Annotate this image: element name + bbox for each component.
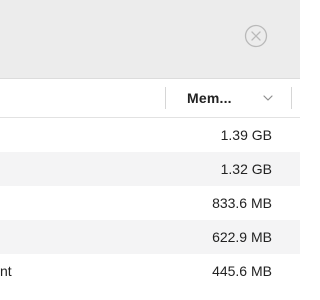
column-header-label: Mem... — [187, 90, 232, 106]
xmark-circle-icon — [244, 24, 268, 48]
process-name: nt — [0, 263, 12, 279]
column-divider[interactable] — [291, 87, 292, 109]
column-header-memory[interactable]: Mem... — [166, 79, 290, 117]
table-header: Mem... — [0, 79, 300, 118]
table-row[interactable]: 622.9 MB — [0, 220, 300, 254]
memory-value: 622.9 MB — [212, 229, 272, 245]
stop-process-button[interactable] — [244, 24, 268, 48]
table-row[interactable]: 1.39 GB — [0, 118, 300, 152]
memory-value: 1.32 GB — [220, 161, 272, 177]
table-row[interactable]: 833.6 MB — [0, 186, 300, 220]
process-table: 1.39 GB 1.32 GB 833.6 MB 622.9 MB nt 445… — [0, 118, 300, 288]
activity-monitor-window: Mem... 1.39 GB 1.32 GB 833.6 MB 622.9 MB… — [0, 0, 300, 300]
memory-value: 833.6 MB — [212, 195, 272, 211]
memory-value: 1.39 GB — [220, 127, 272, 143]
table-row[interactable]: 1.32 GB — [0, 152, 300, 186]
table-row[interactable]: nt 445.6 MB — [0, 254, 300, 288]
toolbar — [0, 0, 300, 79]
memory-value: 445.6 MB — [212, 263, 272, 279]
chevron-down-icon — [263, 95, 273, 101]
